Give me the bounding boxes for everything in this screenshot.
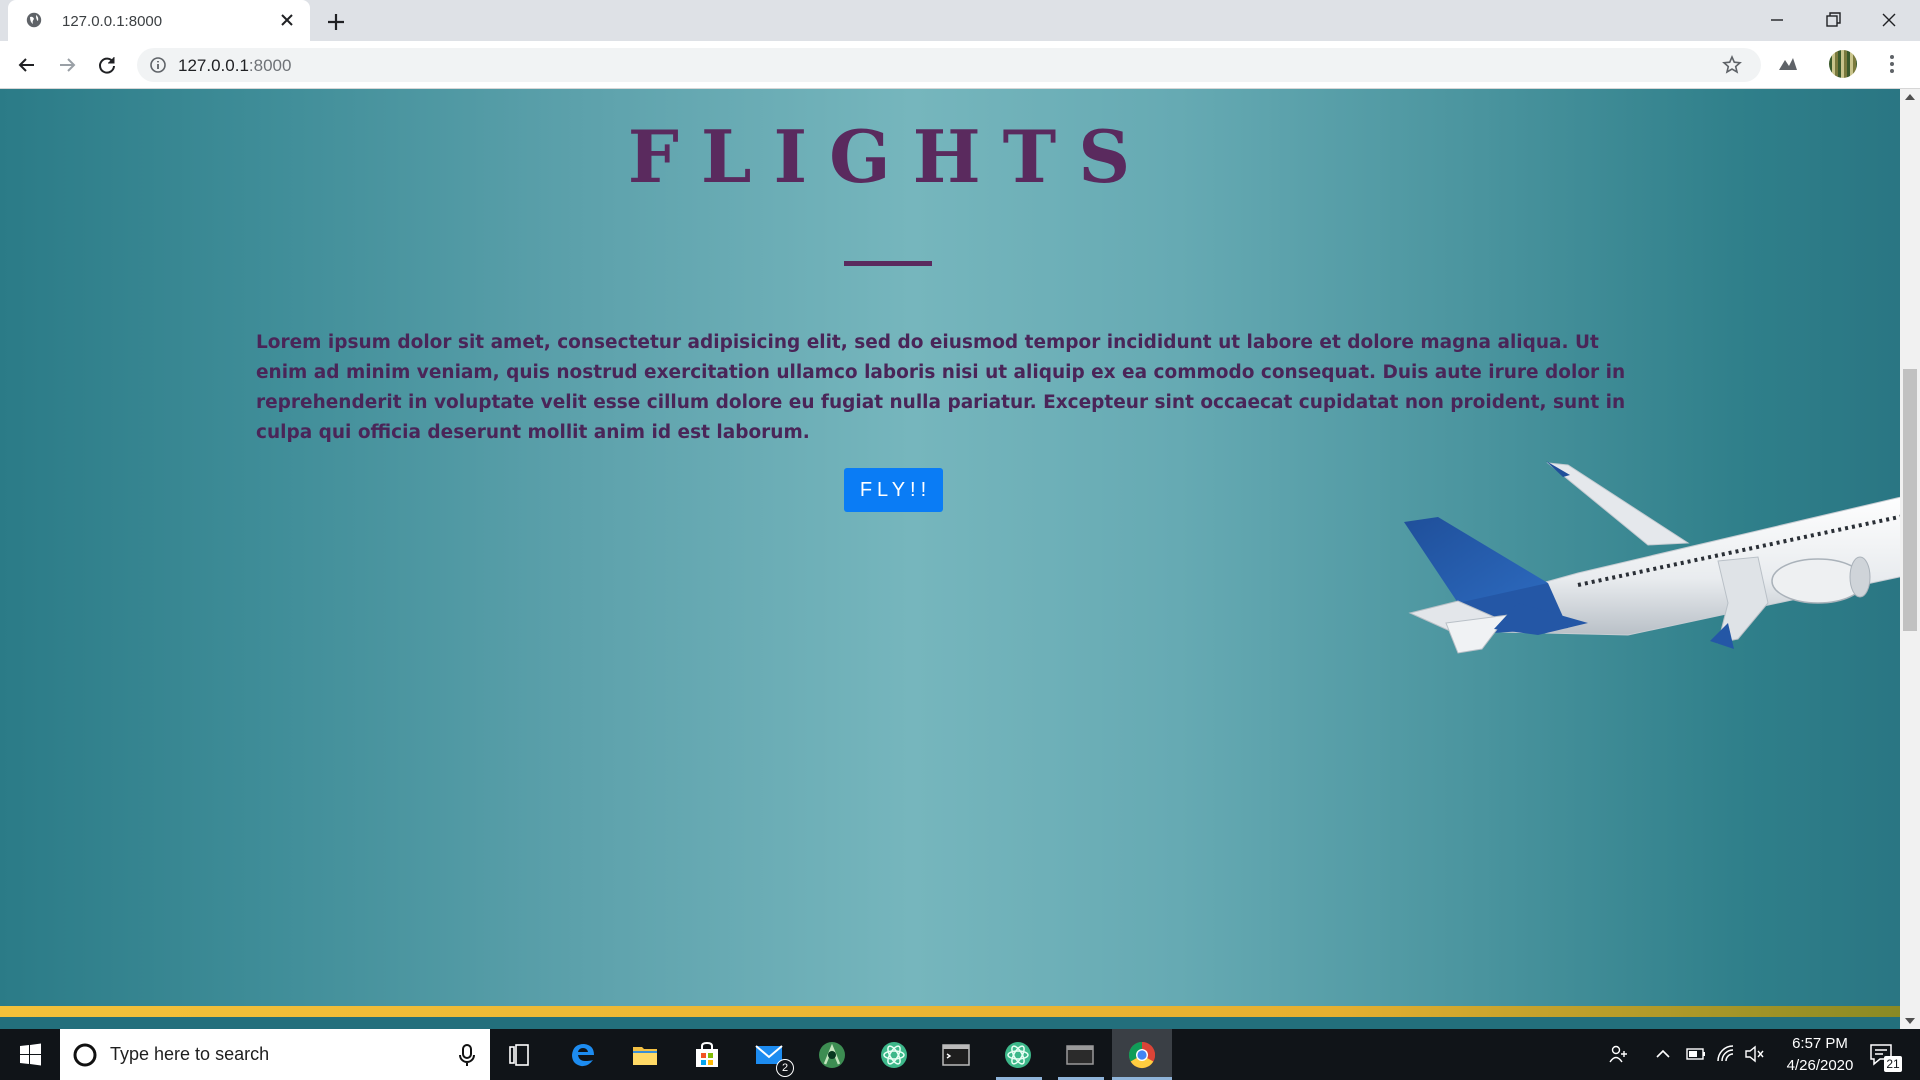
more-menu-icon[interactable] [1880,52,1904,76]
scroll-up-arrow-icon[interactable] [1905,94,1915,100]
store-icon[interactable] [690,1038,724,1072]
wifi-icon[interactable] [1715,1043,1737,1065]
close-icon[interactable] [276,9,298,31]
windows-taskbar: Type here to search 2 6:57 PM 4/26/2020 … [0,1029,1920,1080]
windows-start-icon[interactable] [0,1029,60,1080]
minimize-icon[interactable] [1754,4,1800,36]
taskbar-search-box[interactable]: Type here to search [60,1029,490,1080]
reload-icon[interactable] [94,52,120,78]
page-scrollbar[interactable] [1900,89,1920,1029]
footer-stripe [0,1006,1900,1017]
new-tab-icon[interactable] [323,9,349,35]
window-close-icon[interactable] [1866,4,1912,36]
battery-icon[interactable] [1685,1044,1707,1064]
microphone-icon[interactable] [455,1042,479,1068]
android-studio-icon[interactable] [815,1038,849,1072]
profile-avatar[interactable] [1829,50,1857,78]
intro-paragraph: Lorem ipsum dolor sit amet, consectetur … [256,332,1626,443]
chrome-icon[interactable] [1125,1038,1159,1072]
terminal-icon[interactable] [939,1038,973,1072]
speaker-muted-icon[interactable] [1743,1043,1765,1065]
bookmark-star-icon[interactable] [1721,54,1743,76]
url-text[interactable]: 127.0.0.1:8000 [178,56,291,76]
url-port: :8000 [248,56,292,75]
extension-icon[interactable] [1776,52,1800,76]
scroll-thumb[interactable] [1903,369,1917,631]
browser-tab-strip: 127.0.0.1:8000 [0,0,1920,41]
url-host: 127.0.0.1 [178,56,249,75]
notification-count-badge: 21 [1884,1056,1902,1072]
edge-icon[interactable] [566,1038,600,1072]
info-icon[interactable] [149,56,167,74]
task-view-icon[interactable] [502,1038,536,1072]
cortana-circle-icon [73,1043,97,1067]
tab-title: 127.0.0.1:8000 [62,13,163,30]
airplane-image [1404,461,1900,654]
forward-arrow-icon[interactable] [54,52,80,78]
title-underline [844,261,932,266]
browser-tab[interactable]: 127.0.0.1:8000 [8,0,310,41]
atom-icon[interactable] [877,1038,911,1072]
atom-icon[interactable] [1001,1038,1035,1072]
globe-icon [26,12,42,28]
console-icon[interactable] [1063,1038,1097,1072]
restore-icon[interactable] [1810,4,1856,36]
search-placeholder: Type here to search [110,1044,270,1064]
page-content: FLIGHTS Lorem ipsum dolor sit amet, cons… [0,89,1900,1017]
browser-toolbar: 127.0.0.1:8000 [0,41,1920,89]
fly-button[interactable]: FLY!! [844,468,943,512]
back-arrow-icon[interactable] [14,52,40,78]
people-icon[interactable] [1608,1043,1630,1065]
clock-time[interactable]: 6:57 PM [1785,1035,1855,1052]
page-title: FLIGHTS [627,114,1153,199]
scroll-down-arrow-icon[interactable] [1905,1018,1915,1024]
clock-date[interactable]: 4/26/2020 [1775,1057,1865,1074]
file-explorer-icon[interactable] [628,1038,662,1072]
chevron-up-icon[interactable] [1654,1045,1672,1063]
address-bar[interactable]: 127.0.0.1:8000 [137,48,1761,82]
mail-badge: 2 [776,1059,794,1077]
